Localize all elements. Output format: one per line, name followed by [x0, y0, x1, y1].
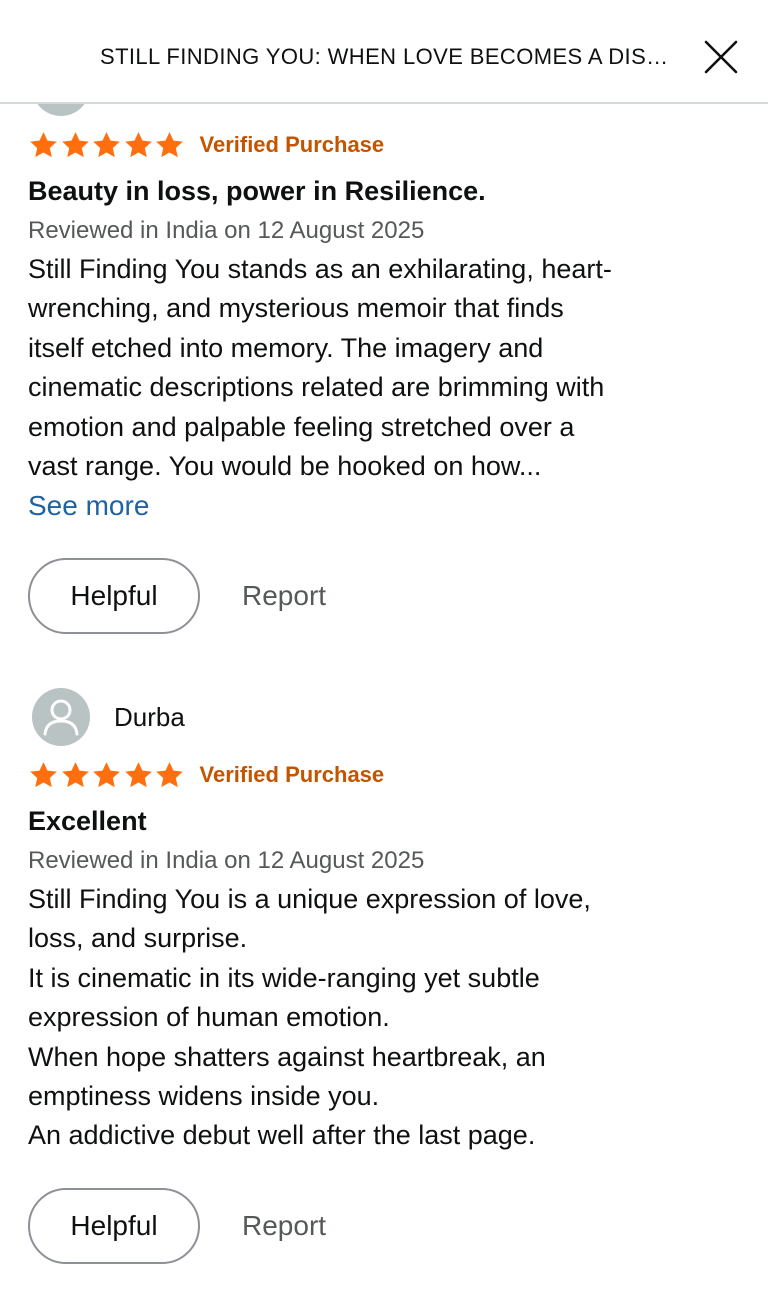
review-title: Beauty in loss, power in Resilience. — [28, 176, 486, 206]
reviewer-name: Durba — [114, 701, 185, 732]
review-body-line: wrenching, and mysterious memoir that fi… — [28, 293, 564, 324]
see-more-link[interactable]: See more — [28, 488, 149, 524]
report-link[interactable]: Report — [242, 1208, 326, 1244]
star-icon — [93, 761, 120, 787]
review-body-line: vast range. You would be hooked on how..… — [28, 451, 542, 482]
review-page: STILL FINDING YOU: WHEN LOVE BECOMES A D… — [0, 0, 768, 1308]
star-rating — [28, 130, 186, 161]
review-body-line: cinematic descriptions related are brimm… — [28, 372, 605, 403]
review-body-line: When hope shatters against heartbreak, a… — [28, 1041, 546, 1072]
header-bar: STILL FINDING YOU: WHEN LOVE BECOMES A D… — [0, 0, 768, 104]
review-body-line: Still Finding You is a unique expression… — [28, 884, 591, 914]
verified-purchase-badge: Verified Purchase — [199, 132, 385, 157]
helpful-button[interactable]: Helpful — [28, 1188, 200, 1264]
review-title: Excellent — [28, 806, 147, 836]
report-link[interactable]: Report — [242, 578, 326, 614]
rating-row: Verified Purchase — [28, 128, 384, 162]
star-icon — [61, 761, 89, 787]
star-icon — [61, 131, 89, 157]
review-body-line: It is cinematic in its wide-ranging yet … — [28, 962, 540, 993]
user-avatar-icon — [32, 688, 90, 746]
star-icon — [124, 761, 152, 787]
verified-purchase-badge: Verified Purchase — [199, 762, 385, 787]
close-button[interactable] — [700, 36, 742, 78]
reviewer-row: Durba — [32, 688, 185, 746]
review-body-line: emptiness widens inside you. — [28, 1081, 380, 1112]
star-icon — [30, 131, 57, 157]
review-body: Still Finding You stands as an exhilarat… — [28, 250, 740, 486]
review-body-line: expression of human emotion. — [28, 1002, 390, 1033]
star-icon — [156, 131, 183, 157]
star-icon — [124, 131, 152, 157]
page-title: STILL FINDING YOU: WHEN LOVE BECOMES A D… — [100, 44, 675, 69]
star-icon — [156, 761, 183, 787]
rating-row: Verified Purchase — [28, 758, 384, 792]
review-date: Reviewed in India on 12 August 2025 — [28, 847, 425, 874]
review-date: Reviewed in India on 12 August 2025 — [28, 217, 425, 244]
star-icon — [30, 761, 57, 787]
review-body-line: loss, and surprise. — [28, 923, 248, 954]
star-rating — [28, 760, 186, 791]
star-icon — [93, 131, 120, 157]
review-body-line: An addictive debut well after the last p… — [28, 1120, 536, 1151]
helpful-button[interactable]: Helpful — [28, 558, 200, 634]
review-body: Still Finding You is a unique expression… — [28, 880, 740, 1156]
review-body-line: Still Finding You stands as an exhilarat… — [28, 254, 612, 284]
review-body-line: emotion and palpable feeling stretched o… — [28, 411, 575, 442]
close-icon — [704, 40, 738, 74]
review-body-line: itself etched into memory. The imagery a… — [28, 332, 544, 363]
